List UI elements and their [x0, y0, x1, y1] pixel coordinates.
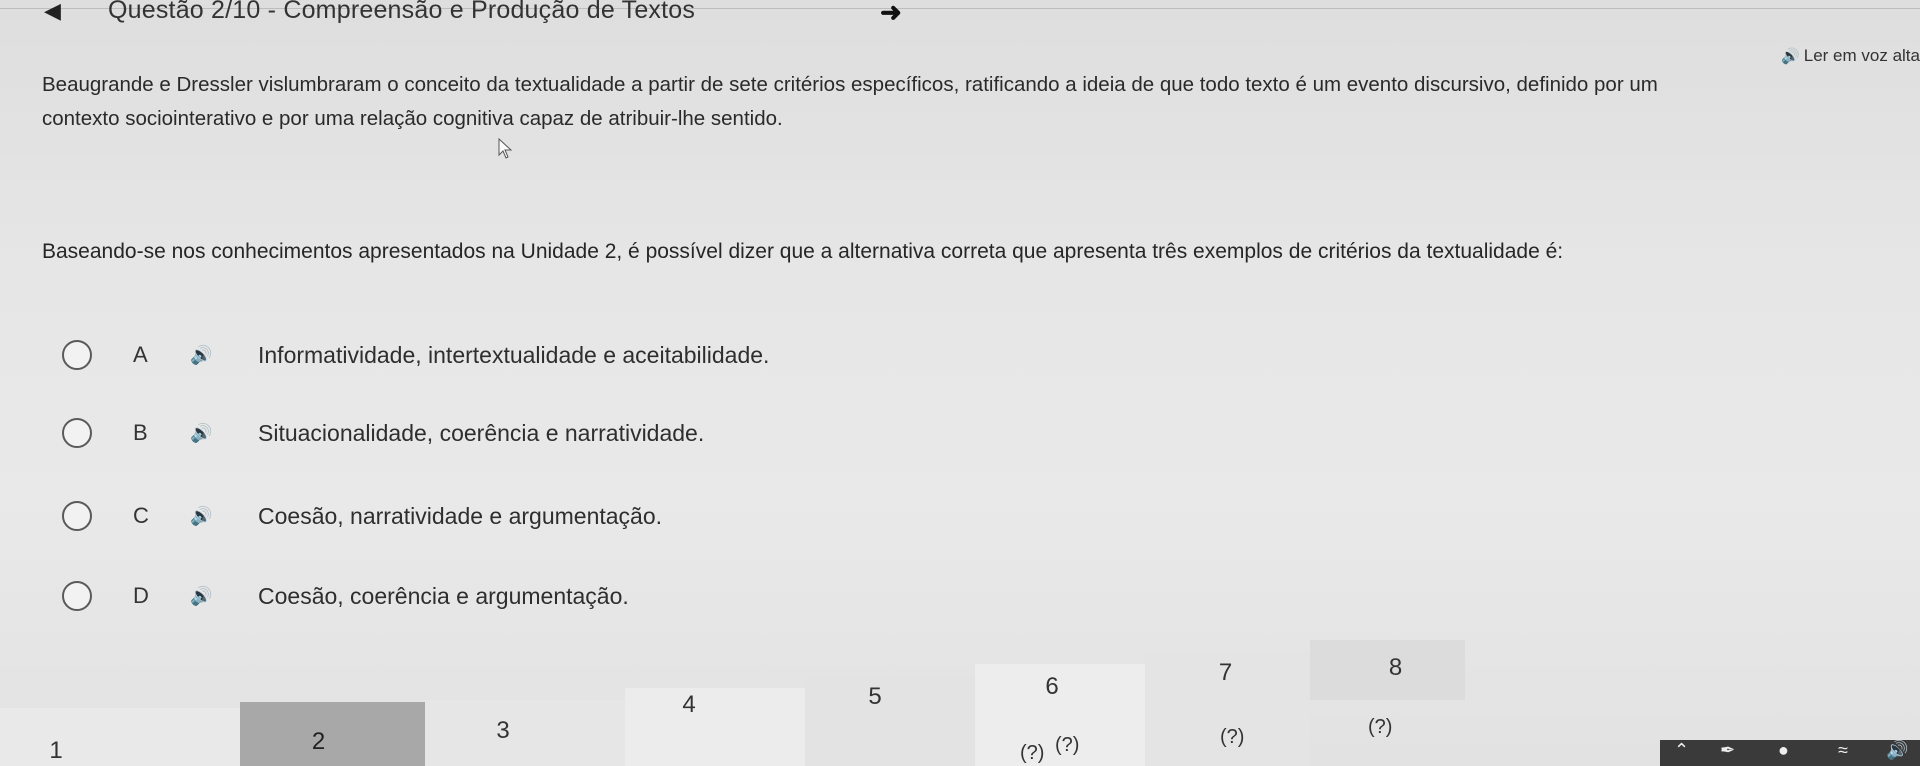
- question-status-hint: (?): [1368, 716, 1393, 738]
- question-number: 2: [311, 728, 326, 755]
- volume-icon[interactable]: 🔊: [1886, 740, 1908, 761]
- question-nav-8[interactable]: 8: [1310, 640, 1465, 700]
- question-title: Questão 2/10 - Compreensão e Produção de…: [108, 0, 696, 24]
- question-navigation: 1 2 3 4 5 6 7 8 (?) (?) (?) (?): [0, 630, 1920, 766]
- speaker-icon: 🔊: [1781, 48, 1800, 65]
- read-aloud-label: Ler em voz alta: [1803, 46, 1920, 65]
- statement-line-1: Beaugrande e Dressler vislumbraram o con…: [42, 73, 1658, 96]
- question-prompt: Baseando-se nos conhecimentos apresentad…: [42, 240, 1564, 263]
- speaker-icon[interactable]: 🔊: [190, 345, 212, 366]
- microphone-icon[interactable]: ●: [1778, 740, 1789, 761]
- radio-button[interactable]: [62, 418, 92, 448]
- statement-line-2: contexto sociointerativo e por uma relaç…: [42, 107, 783, 130]
- arrow-right-icon[interactable]: ➜: [880, 0, 902, 28]
- question-status-hint: (?): [1020, 742, 1045, 764]
- option-c[interactable]: C 🔊 Coesão, narratividade e argumentação…: [30, 481, 1460, 551]
- wifi-icon[interactable]: ≈: [1838, 740, 1848, 761]
- question-nav-4[interactable]: 4: [625, 688, 805, 766]
- question-number: 8: [1388, 654, 1403, 681]
- option-text: Coesão, narratividade e argumentação.: [258, 502, 663, 529]
- option-text: Coesão, coerência e argumentação.: [258, 582, 629, 609]
- mouse-pointer-icon: [498, 138, 513, 159]
- option-letter: D: [133, 583, 149, 608]
- speaker-icon[interactable]: 🔊: [190, 586, 212, 607]
- option-a[interactable]: A 🔊 Informatividade, intertextualidade e…: [30, 320, 1460, 390]
- radio-button[interactable]: [62, 501, 92, 531]
- option-b[interactable]: B 🔊 Situacionalidade, coerência e narrat…: [30, 398, 1460, 468]
- option-letter: C: [133, 503, 149, 528]
- radio-button[interactable]: [62, 340, 92, 370]
- arrow-left-icon[interactable]: ◀: [44, 0, 61, 24]
- header-bar: ◀ Questão 2/10 - Compreensão e Produção …: [0, 0, 1920, 30]
- pen-icon[interactable]: ✒: [1720, 740, 1735, 761]
- taskbar-background: [1660, 740, 1920, 766]
- radio-button[interactable]: [62, 581, 92, 611]
- option-letter: B: [133, 420, 148, 445]
- question-nav-3[interactable]: 3: [425, 700, 625, 766]
- question-number: 1: [49, 737, 63, 764]
- question-statement: Beaugrande e Dressler vislumbraram o con…: [42, 68, 1920, 136]
- question-nav-2[interactable]: 2: [240, 702, 425, 766]
- option-letter: A: [133, 342, 148, 367]
- read-aloud-button[interactable]: 🔊 Ler em voz alta: [1781, 46, 1920, 66]
- question-number: 5: [868, 683, 882, 710]
- chevron-up-icon[interactable]: ⌃: [1674, 740, 1689, 761]
- question-nav-1[interactable]: 1: [0, 708, 240, 766]
- question-number: 4: [682, 691, 696, 718]
- question-status-hint: (?): [1220, 726, 1245, 748]
- question-number: 3: [496, 717, 510, 744]
- question-status-hint: (?): [1055, 734, 1080, 756]
- option-text: Informatividade, intertextualidade e ace…: [258, 341, 770, 368]
- system-tray: ⌃ ✒ ● ≈ 🔊: [1660, 740, 1920, 766]
- question-number: 7: [1218, 659, 1233, 686]
- option-d[interactable]: D 🔊 Coesão, coerência e argumentação.: [30, 561, 1460, 631]
- speaker-icon[interactable]: 🔊: [190, 423, 212, 444]
- question-number: 6: [1045, 673, 1059, 700]
- question-nav-5[interactable]: 5: [805, 676, 975, 766]
- speaker-icon[interactable]: 🔊: [190, 506, 212, 527]
- option-text: Situacionalidade, coerência e narrativid…: [258, 419, 705, 446]
